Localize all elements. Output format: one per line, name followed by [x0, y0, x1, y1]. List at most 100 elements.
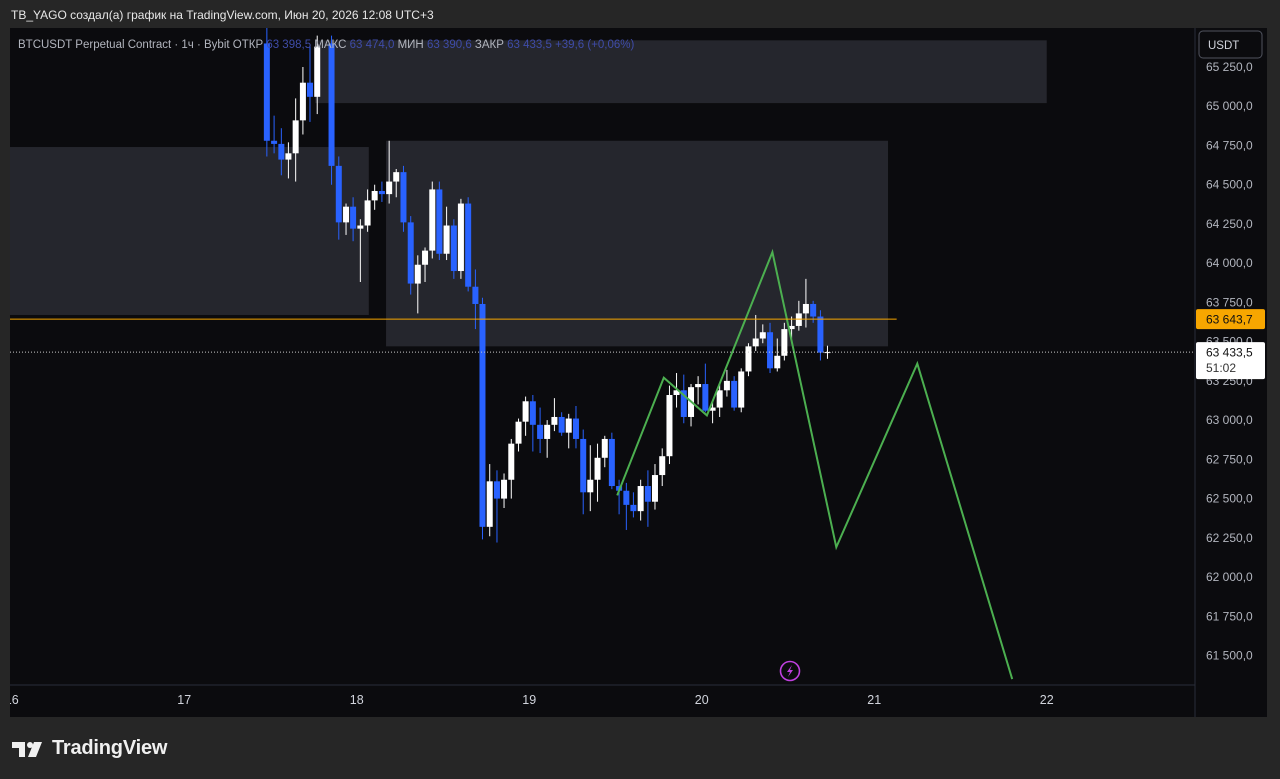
candle — [731, 376, 738, 411]
y-tick-label: 63 750,0 — [1206, 295, 1253, 309]
candle-body — [745, 346, 752, 372]
candle-body — [623, 490, 630, 505]
close-label: ЗАКР — [472, 39, 505, 51]
candle — [436, 181, 443, 261]
candle-body — [422, 250, 429, 265]
candle-body — [716, 390, 723, 408]
candle — [457, 198, 464, 279]
candle-body — [810, 303, 817, 317]
candle-body — [465, 203, 472, 287]
candle-body — [695, 384, 702, 388]
y-tick-label: 62 750,0 — [1206, 452, 1253, 466]
tradingview-logo-icon — [12, 741, 42, 757]
candle-body — [630, 504, 637, 512]
x-tick-label: 20 — [695, 693, 709, 707]
y-tick-label: 61 750,0 — [1206, 609, 1253, 623]
candle-body — [299, 82, 306, 121]
candle-body — [551, 416, 558, 425]
low-label: МИН — [394, 39, 423, 51]
candle-body — [371, 190, 378, 201]
y-tick-label: 64 750,0 — [1206, 138, 1253, 152]
chart-canvas[interactable]: BTCUSDT Perpetual Contract · 1ч · Bybit … — [10, 28, 1267, 717]
candle-body — [450, 225, 457, 272]
x-tick-label: 19 — [522, 693, 536, 707]
currency-label: USDT — [1208, 40, 1239, 52]
candle-body — [357, 225, 364, 229]
candle-body — [537, 424, 544, 439]
candle-body — [723, 380, 730, 391]
candle-body — [644, 486, 651, 502]
candle-body — [343, 206, 350, 223]
candle-body — [393, 172, 400, 182]
candle — [407, 216, 414, 295]
candle-body — [271, 140, 278, 144]
high-label: МАКС — [311, 39, 346, 51]
last-price-label: 63 433,5 — [1206, 346, 1253, 360]
candle-body — [386, 181, 393, 195]
candle-body — [580, 438, 587, 493]
candle-body — [752, 338, 759, 347]
candle-body — [651, 475, 658, 502]
y-tick-label: 65 000,0 — [1206, 99, 1253, 113]
candle-body — [767, 332, 774, 369]
candle — [429, 181, 436, 259]
footer-brand: TradingView — [52, 737, 168, 759]
candle-body — [285, 153, 292, 160]
close-value: 63 433,5 — [504, 39, 552, 51]
candle-body — [529, 401, 536, 425]
y-tick-label: 64 000,0 — [1206, 256, 1253, 270]
low-value: 63 390,6 — [424, 39, 472, 51]
candle-body — [558, 416, 565, 433]
candle-body — [817, 316, 824, 353]
open-value: 63 398,5 — [263, 39, 311, 51]
candle-body — [738, 371, 745, 408]
high-value: 63 474,0 — [346, 39, 394, 51]
candle-body — [774, 355, 781, 369]
candle-body — [364, 200, 371, 226]
chart-frame[interactable]: BTCUSDT Perpetual Contract · 1ч · Bybit … — [10, 28, 1267, 717]
candle-body — [795, 313, 802, 326]
candle-body — [702, 384, 709, 411]
candle-body — [802, 303, 809, 314]
candle-body — [457, 203, 464, 272]
candle — [328, 35, 335, 185]
x-tick-label: 17 — [177, 693, 191, 707]
candle-body — [501, 479, 508, 499]
candle-body — [472, 286, 479, 304]
candle-body — [328, 43, 335, 166]
chart-caption: TB_YAGO создал(а) график на TradingView.… — [11, 8, 434, 22]
candle-body — [587, 479, 594, 493]
candle-body — [601, 438, 608, 458]
level-price-label: 63 643,7 — [1206, 313, 1253, 327]
candle-body — [278, 143, 285, 160]
candle-body — [436, 189, 443, 254]
candle — [608, 432, 615, 490]
open-label: ОТКР — [230, 39, 264, 51]
x-tick-label: 16 — [10, 693, 19, 707]
candle-body — [407, 222, 414, 284]
candle-body — [350, 206, 357, 229]
candle-body — [414, 264, 421, 284]
candle — [738, 368, 745, 413]
candle-body — [378, 190, 385, 195]
zone-rectangle[interactable] — [10, 147, 369, 315]
candle-body — [515, 421, 522, 444]
candle-body — [314, 46, 321, 97]
candle-body — [759, 332, 766, 339]
chart-background — [10, 28, 1267, 717]
candle — [745, 343, 752, 377]
candle-body — [429, 189, 436, 251]
candle — [666, 385, 673, 465]
candle — [400, 165, 407, 232]
candle-body — [479, 303, 486, 527]
y-tick-label: 62 500,0 — [1206, 492, 1253, 506]
y-tick-label: 64 500,0 — [1206, 178, 1253, 192]
y-tick-label: 64 250,0 — [1206, 217, 1253, 231]
candle — [450, 219, 457, 279]
candle-body — [608, 438, 615, 487]
candle-body — [306, 82, 313, 97]
candle-body — [731, 380, 738, 408]
y-tick-label: 62 000,0 — [1206, 570, 1253, 584]
candle-body — [292, 120, 299, 154]
x-tick-label: 22 — [1040, 693, 1054, 707]
